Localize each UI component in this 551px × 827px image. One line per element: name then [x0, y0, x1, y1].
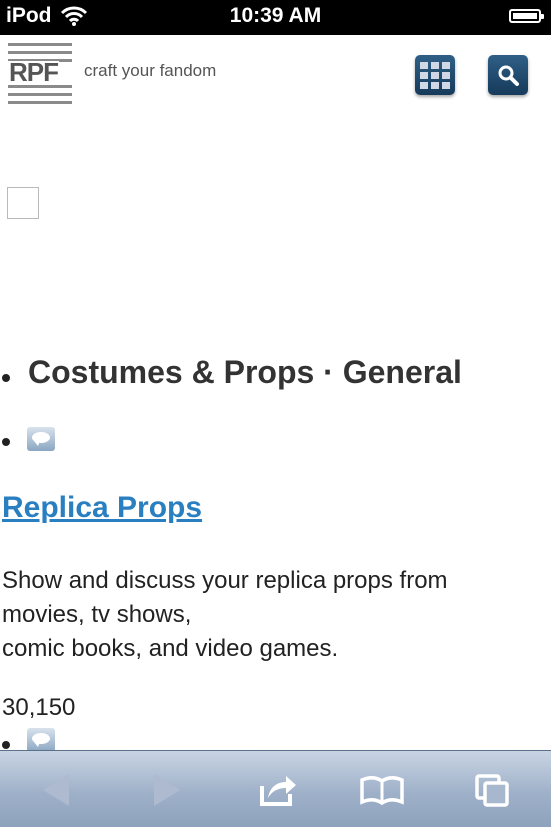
forward-icon	[154, 774, 180, 806]
site-header: RPF craft your fandom	[0, 35, 551, 110]
status-bar: iPod 10:39 AM	[0, 0, 551, 35]
forum-title-link[interactable]: Replica Props	[2, 491, 202, 525]
back-icon	[43, 774, 69, 806]
browser-toolbar	[0, 750, 551, 827]
forum-description: Show and discuss your replica props from…	[2, 564, 448, 666]
menu-button[interactable]	[415, 55, 455, 95]
grid-menu-icon	[420, 61, 450, 89]
bookmarks-button[interactable]	[352, 765, 412, 815]
tabs-button[interactable]	[462, 765, 522, 815]
bookmarks-icon	[360, 776, 404, 806]
logo-text: RPF	[8, 57, 59, 87]
forum-description-line: comic books, and video games.	[2, 635, 339, 662]
battery-icon	[509, 9, 544, 23]
site-tagline: craft your fandom	[84, 61, 217, 80]
broken-image-placeholder	[7, 187, 39, 219]
speech-bubble-icon	[27, 728, 55, 752]
list-bullet	[2, 741, 10, 749]
share-icon	[260, 776, 296, 806]
search-icon	[498, 65, 519, 86]
share-button[interactable]	[248, 765, 308, 815]
category-heading[interactable]: Costumes & Props · General	[28, 354, 462, 391]
back-button[interactable]	[26, 765, 86, 815]
forward-button[interactable]	[137, 765, 197, 815]
status-time: 10:39 AM	[229, 4, 322, 27]
speech-bubble-icon	[27, 427, 55, 451]
site-logo[interactable]: RPF	[8, 41, 74, 105]
forum-post-count: 30,150	[2, 694, 76, 721]
forum-description-line: movies, tv shows,	[2, 601, 192, 628]
list-bullet	[2, 374, 10, 382]
forum-description-line: Show and discuss your replica props from	[2, 567, 448, 594]
list-bullet	[2, 438, 10, 446]
tabs-icon	[475, 774, 509, 807]
search-button[interactable]	[488, 55, 528, 95]
